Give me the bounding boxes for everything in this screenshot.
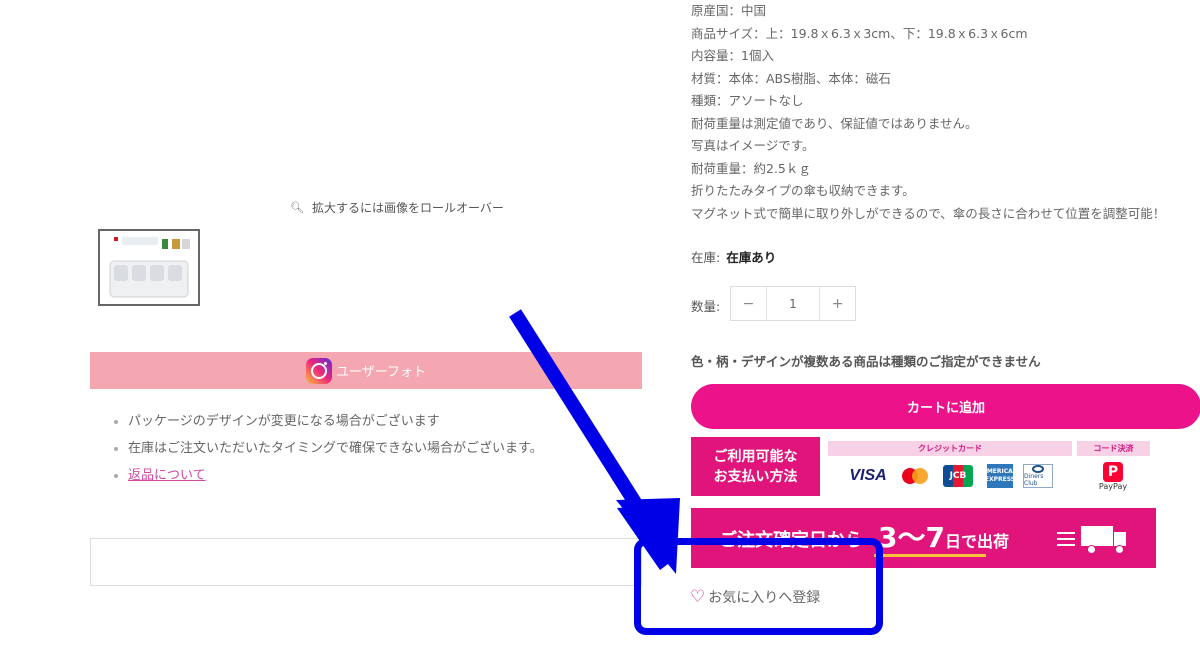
shipping-underline [874, 554, 986, 557]
shipping-days: 3～7日で出荷 [878, 516, 1009, 556]
stock-status: 在庫: 在庫あり [691, 247, 776, 266]
quantity-label: 数量: [691, 299, 721, 314]
product-notes: パッケージのデザインが変更になる場合がございます 在庫はご注文いただいたタイミン… [112, 413, 543, 494]
spec-line: 原産国：中国 [691, 3, 767, 18]
spec-line: 種類：アソートなし [691, 93, 804, 108]
visa-logo: VISA [849, 467, 887, 484]
quantity-input[interactable]: 1 [765, 287, 821, 320]
speed-lines-icon [1057, 532, 1075, 550]
paypay-label: PayPay [1098, 481, 1128, 491]
spec-line: 内容量：1個入 [691, 48, 774, 63]
truck-icon [1081, 526, 1127, 554]
spec-line: 耐荷重量は測定値であり、保証値ではありません。 [691, 115, 978, 131]
note-item: 在庫はご注文いただいたタイミングで確保できない場合がございます。 [112, 440, 543, 467]
spec-line: 商品サイズ：上：19.8ｘ6.3ｘ3cm、下：19.8ｘ6.3ｘ6cm [691, 25, 1028, 41]
quantity-decrease-button[interactable]: − [731, 287, 766, 320]
spec-line: 耐荷重量：約2.5ｋｇ [691, 160, 811, 176]
quantity-increase-button[interactable]: + [820, 287, 855, 320]
shipping-suffix: で出荷 [960, 532, 1009, 551]
note-item-returns: 返品について [112, 467, 543, 494]
user-photo-bar[interactable]: ユーザーフォト [90, 352, 642, 389]
shipping-days-value: 3～7 [878, 521, 945, 554]
shipping-days-unit: 日 [944, 532, 961, 551]
credit-card-heading: クレジットカード [828, 441, 1072, 456]
product-specs: 原産国：中国 商品サイズ：上：19.8ｘ6.3ｘ3cm、下：19.8ｘ6.3ｘ6… [691, 0, 1165, 225]
product-thumbnail[interactable] [98, 229, 200, 306]
instagram-icon [306, 357, 333, 384]
spec-line: 材質：本体：ABS樹脂、本体：磁石 [691, 70, 891, 86]
stock-label: 在庫: [691, 250, 721, 265]
paypay-icon: P [1103, 461, 1123, 482]
add-to-cart-button[interactable]: カートに追加 [691, 384, 1200, 429]
variant-notice: 色・柄・デザインが複数ある商品は種類のご指定ができません [691, 354, 1041, 369]
user-photo-label: ユーザーフォト [336, 365, 426, 380]
zoom-hint: 🔍︎ 拡大するには画像をロールオーバー [290, 199, 504, 216]
jcb-logo: JCB [943, 465, 973, 487]
payment-box-line1: ご利用可能な [713, 448, 798, 465]
spec-line: 折りたたみタイプの傘も収納できます。 [691, 183, 915, 198]
product-main-image[interactable] [140, 0, 660, 180]
review-area [90, 538, 642, 586]
mastercard-logo [900, 462, 930, 490]
payment-methods-box: ご利用可能な お支払い方法 [691, 437, 820, 496]
zoom-hint-text: 拡大するには画像をロールオーバー [311, 201, 504, 215]
code-payment-heading: コード決済 [1077, 441, 1150, 456]
annotation-highlight-box [634, 538, 883, 635]
thumbnail-image [100, 231, 198, 304]
payment-box-line2: お支払い方法 [713, 468, 798, 485]
paypay-logo: P PayPay [1095, 459, 1131, 493]
returns-link[interactable]: 返品について [128, 468, 206, 483]
magnifier-icon: 🔍︎ [290, 201, 304, 214]
amex-logo: AMERICAN EXPRESS [982, 464, 1018, 488]
diners-label: Diners Club [1024, 473, 1044, 487]
spec-line: 写真はイメージです。 [691, 138, 815, 153]
spec-line: マグネット式で簡単に取り外しができるので、傘の長さに合わせて位置を調整可能！ [691, 205, 1166, 221]
stock-value: 在庫あり [726, 250, 777, 265]
diners-ring-icon [1032, 465, 1044, 473]
quantity-stepper: − 1 + [730, 286, 856, 321]
note-item: パッケージのデザインが変更になる場合がございます [112, 413, 543, 440]
diners-club-logo: Diners Club [1023, 464, 1053, 488]
